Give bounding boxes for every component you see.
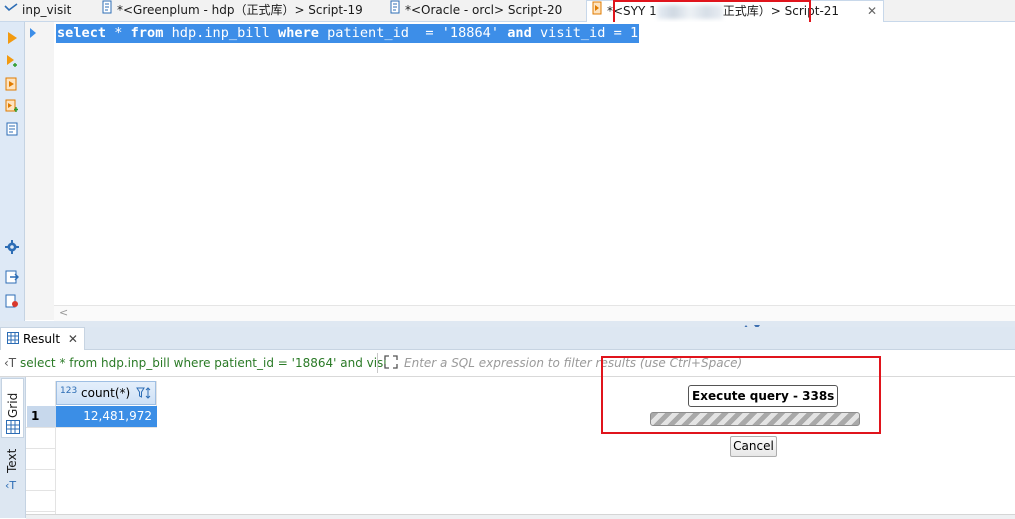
grid-horizontal-scrollbar[interactable] bbox=[26, 514, 1015, 519]
result-grid-icon bbox=[7, 329, 19, 351]
editor-ruler bbox=[25, 22, 54, 320]
settings-gear-icon[interactable] bbox=[5, 240, 19, 254]
result-view-tabs: Grid Text ‹T bbox=[0, 377, 26, 518]
tab-inp-visit[interactable]: inp_visit bbox=[4, 0, 71, 21]
tab-label: *<Greenplum - hdp（正式库）> Script-19 bbox=[117, 3, 363, 17]
execute-script-icon[interactable] bbox=[5, 77, 19, 91]
grid-row-line bbox=[26, 490, 56, 491]
tab-grid[interactable]: Grid bbox=[1, 378, 24, 438]
filter-query-label: select * from hdp.inp_bill where patient… bbox=[19, 356, 387, 370]
sql-keyword: select bbox=[57, 25, 107, 41]
sql-script-running-icon bbox=[591, 1, 603, 22]
filter-sort-icon[interactable] bbox=[136, 386, 152, 403]
row-number[interactable]: 1 bbox=[27, 406, 56, 427]
sql-keyword: and bbox=[507, 25, 532, 41]
expand-filter-icon[interactable] bbox=[384, 355, 398, 372]
grid-row-line bbox=[26, 511, 56, 512]
tab-text-label: Text bbox=[5, 448, 19, 473]
filter-divider bbox=[377, 353, 378, 373]
tab-label: inp_visit bbox=[22, 3, 72, 17]
result-tab-label: Result bbox=[23, 332, 61, 346]
highlight-box-execution bbox=[601, 356, 881, 434]
tab-script-19[interactable]: *<Greenplum - hdp（正式库）> Script-19 bbox=[101, 0, 363, 21]
sql-script-icon bbox=[389, 0, 401, 21]
tab-result[interactable]: Result ✕ bbox=[0, 327, 85, 350]
current-statement-icon bbox=[29, 27, 37, 41]
column-header-count[interactable]: 123 count(*) bbox=[56, 381, 156, 405]
sql-script-icon bbox=[101, 0, 113, 21]
grid-row-line bbox=[26, 469, 56, 470]
column-name: count(*) bbox=[81, 386, 131, 400]
editor-horizontal-scrollbar[interactable]: < bbox=[54, 305, 1015, 321]
tab-script-20[interactable]: *<Oracle - orcl> Script-20 bbox=[389, 0, 562, 21]
result-tab-bar bbox=[0, 327, 1015, 350]
execute-script-new-tab-icon[interactable] bbox=[5, 99, 19, 113]
text-view-icon: ‹T bbox=[5, 479, 17, 492]
execute-new-tab-icon[interactable] bbox=[5, 54, 19, 68]
load-file-icon[interactable] bbox=[5, 294, 19, 308]
explain-plan-icon[interactable] bbox=[5, 122, 19, 136]
sql-query-text[interactable]: select * from hdp.inp_bill where patient… bbox=[56, 24, 640, 43]
filter-query-text[interactable]: ‹T select * from hdp.inp_bill where pati… bbox=[4, 350, 387, 376]
scroll-left-icon[interactable]: < bbox=[59, 306, 68, 319]
tab-text[interactable]: Text ‹T bbox=[1, 445, 24, 500]
sql-keyword: where bbox=[278, 25, 319, 41]
tab-grid-label: Grid bbox=[6, 392, 20, 418]
editor-side-toolbar bbox=[0, 22, 25, 322]
sql-keyword: from bbox=[130, 25, 164, 41]
sql-editor[interactable] bbox=[54, 22, 1015, 306]
table-icon bbox=[4, 0, 18, 21]
sql-text-icon: ‹T bbox=[4, 356, 17, 370]
export-icon[interactable] bbox=[5, 270, 19, 284]
numeric-type-badge: 123 bbox=[60, 386, 78, 396]
result-cell[interactable]: 12,481,972 bbox=[56, 406, 157, 427]
execute-statement-icon[interactable] bbox=[5, 31, 19, 45]
cancel-button[interactable]: Cancel bbox=[730, 436, 777, 457]
grid-row-line bbox=[26, 448, 56, 449]
close-icon[interactable]: ✕ bbox=[68, 332, 78, 346]
grid-icon bbox=[6, 420, 20, 437]
close-icon[interactable]: ✕ bbox=[867, 1, 877, 22]
grid-row-line bbox=[26, 427, 156, 428]
tab-label: *<Oracle - orcl> Script-20 bbox=[405, 3, 563, 17]
